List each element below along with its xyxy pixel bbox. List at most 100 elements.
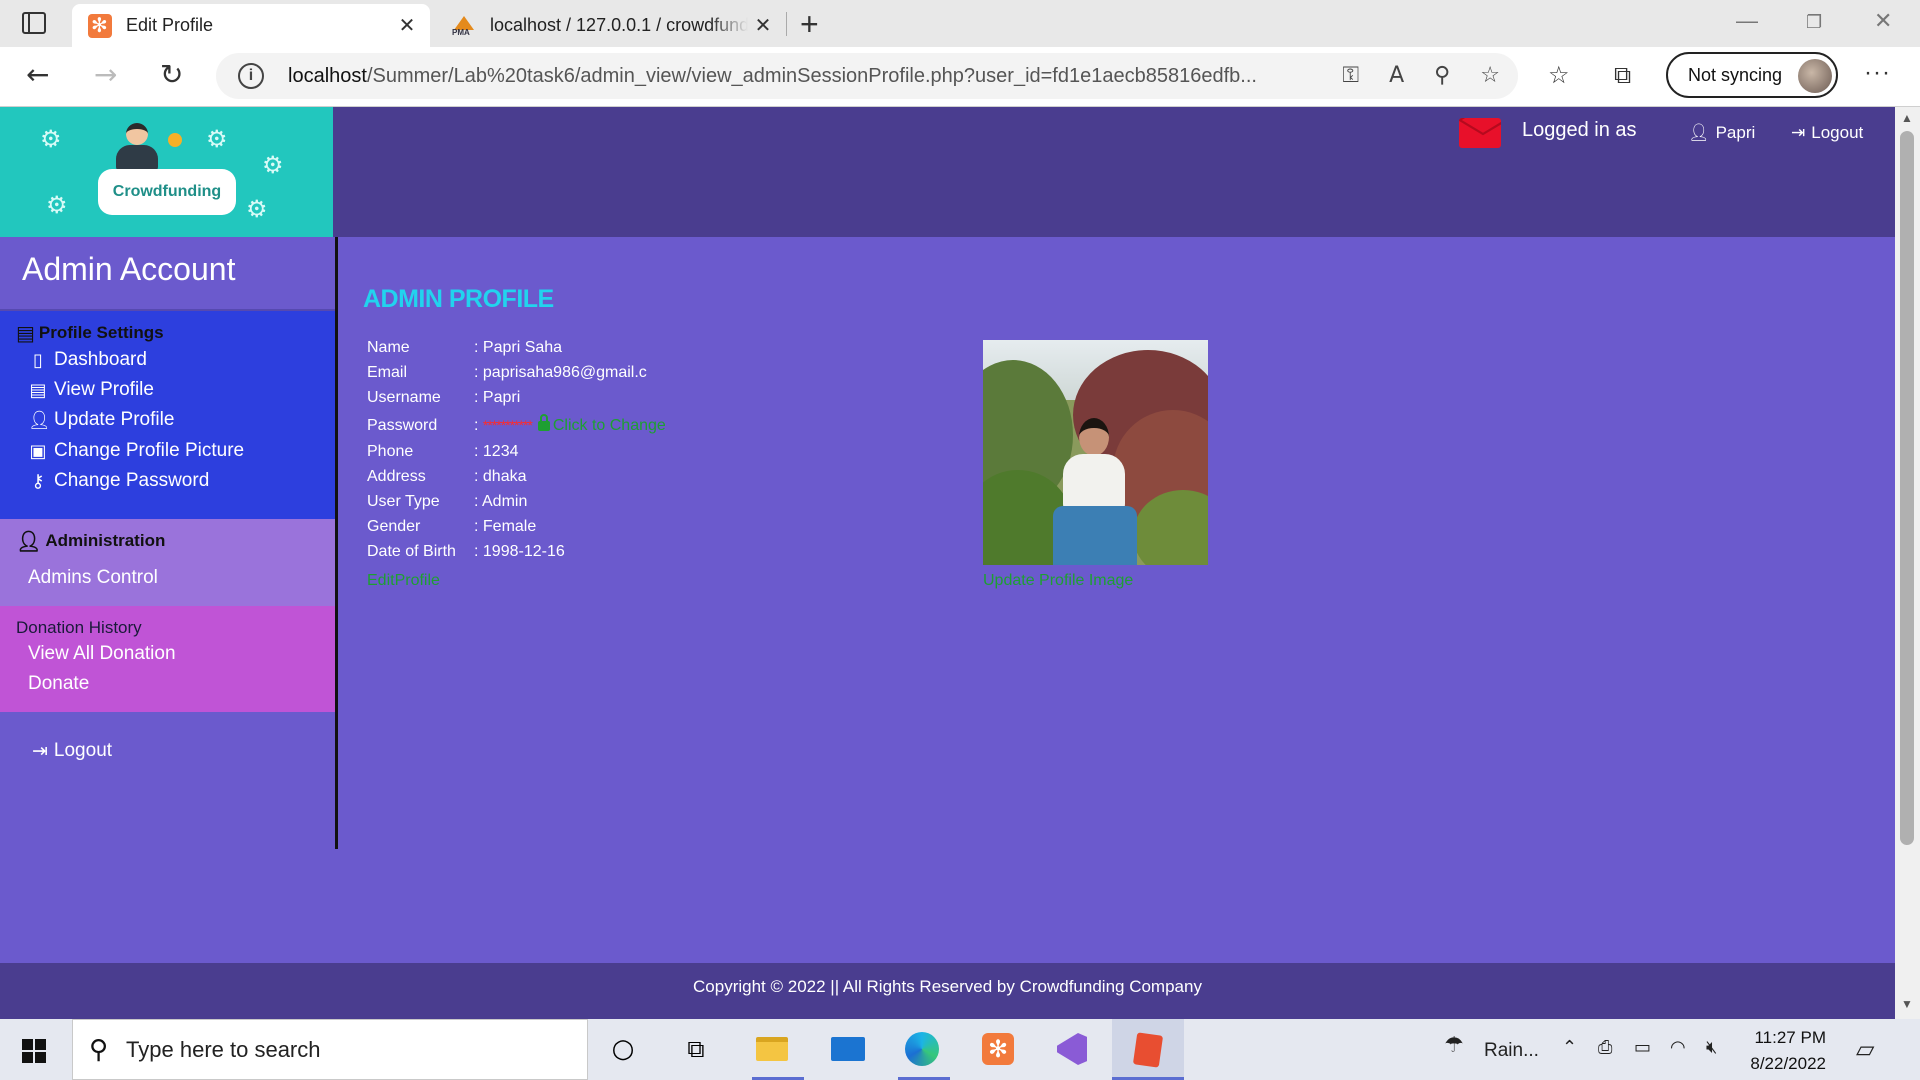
logout-label: Logout bbox=[1811, 123, 1864, 142]
footer: Copyright © 2022 || All Rights Reserved … bbox=[0, 963, 1895, 1019]
tablet-icon: ▯ bbox=[33, 349, 43, 371]
refresh-icon[interactable]: ↻ bbox=[160, 59, 183, 91]
new-tab-icon[interactable]: + bbox=[800, 6, 819, 43]
profile-photo bbox=[983, 340, 1208, 565]
clock-time: 11:27 PM bbox=[1754, 1028, 1826, 1047]
sidebar-item-change-profile-picture[interactable]: ▣ Change Profile Picture bbox=[28, 440, 244, 462]
lock-icon bbox=[537, 414, 550, 431]
scroll-up-icon[interactable]: ▲ bbox=[1901, 111, 1913, 125]
top-navbar bbox=[333, 107, 1895, 237]
taskbar-search[interactable]: ⚲ Type here to search bbox=[72, 1019, 588, 1080]
forward-icon[interactable]: → bbox=[94, 59, 117, 91]
sidebar-item-change-password[interactable]: ⚷ Change Password bbox=[28, 470, 209, 492]
site-info-icon[interactable]: i bbox=[238, 63, 264, 89]
sidebar-item-admins-control[interactable]: Admins Control bbox=[28, 567, 158, 589]
close-tab-icon[interactable]: ✕ bbox=[748, 13, 778, 38]
xampp-favicon-icon bbox=[88, 13, 112, 38]
close-window-icon[interactable]: ✕ bbox=[1874, 8, 1892, 34]
logo-text: Crowdfunding bbox=[98, 169, 236, 215]
logged-in-label: Logged in as bbox=[1522, 119, 1637, 141]
header-logout-link[interactable]: ⇥ Logout bbox=[1791, 123, 1863, 143]
task-view-icon[interactable]: ⧉ bbox=[676, 1029, 716, 1069]
site-logo[interactable]: ⚙ ⚙ ⚙ ⚙ ⚙ Crowdfunding bbox=[0, 107, 333, 237]
weather-label[interactable]: Rain... bbox=[1484, 1040, 1539, 1062]
gear-doodle-icon: ⚙ bbox=[206, 125, 228, 153]
edit-profile-link[interactable]: EditProfile bbox=[367, 572, 440, 590]
more-menu-icon[interactable]: ··· bbox=[1864, 59, 1891, 87]
battery-icon[interactable]: ▭ bbox=[1634, 1037, 1651, 1058]
sidebar-item-view-all-donation[interactable]: View All Donation bbox=[28, 643, 176, 665]
back-icon[interactable]: ← bbox=[26, 59, 49, 91]
close-tab-icon[interactable]: ✕ bbox=[392, 13, 422, 38]
sidebar-item-donate[interactable]: Donate bbox=[28, 673, 89, 695]
favorites-icon[interactable]: ☆ bbox=[1548, 61, 1570, 89]
sign-out-icon: ⇥ bbox=[1791, 123, 1806, 143]
sidebar: Admin Account ▤ Profile Settings ▯ Dashb… bbox=[0, 237, 338, 849]
tab-actions-icon[interactable] bbox=[22, 12, 46, 34]
url-text[interactable]: localhost/Summer/Lab%20task6/admin_view/… bbox=[288, 65, 1257, 88]
browser-tab-bar: Edit Profile ✕ localhost / 127.0.0.1 / c… bbox=[0, 0, 1920, 47]
tab-phpmyadmin[interactable]: localhost / 127.0.0.1 / crowdfunding ✕ bbox=[436, 4, 786, 47]
user-edit-icon: 👤︎ bbox=[28, 409, 51, 431]
sync-label: Not syncing bbox=[1688, 64, 1783, 85]
volume-muted-icon[interactable]: 🔇︎ bbox=[1706, 1037, 1717, 1058]
weather-icon[interactable]: ☂ bbox=[1444, 1033, 1464, 1058]
favorite-add-icon[interactable]: ☆ bbox=[1480, 63, 1500, 88]
change-password-link[interactable]: Click to Change bbox=[553, 417, 666, 434]
sidebar-item-view-profile[interactable]: ▤ View Profile bbox=[28, 379, 154, 401]
visual-studio-icon[interactable] bbox=[1052, 1029, 1092, 1069]
tab-edit-profile[interactable]: Edit Profile ✕ bbox=[72, 4, 430, 47]
restore-icon[interactable]: ❐ bbox=[1806, 12, 1822, 33]
collections-icon[interactable]: ⧉ bbox=[1614, 61, 1631, 89]
scroll-thumb[interactable] bbox=[1900, 131, 1914, 845]
gear-doodle-icon: ⚙ bbox=[46, 191, 68, 219]
key-icon[interactable]: ⚿ bbox=[1342, 63, 1359, 88]
url-actions: ⚿ A ⚲ ☆ bbox=[1342, 63, 1500, 88]
key-icon: ⚷ bbox=[31, 470, 45, 492]
password-mask: *********** bbox=[482, 417, 533, 433]
search-icon: ⚲ bbox=[89, 1034, 109, 1065]
minimize-icon[interactable]: — bbox=[1736, 8, 1758, 34]
address-bar: ← → ↻ i localhost/Summer/Lab%20task6/adm… bbox=[0, 47, 1920, 107]
wifi-icon[interactable]: ◠ bbox=[1670, 1037, 1686, 1058]
system-clock[interactable]: 11:27 PM 8/22/2022 bbox=[1736, 1025, 1826, 1077]
zoom-icon[interactable]: ⚲ bbox=[1434, 63, 1450, 88]
tab-divider bbox=[786, 12, 787, 36]
scroll-down-icon[interactable]: ▼ bbox=[1901, 997, 1913, 1011]
id-card-icon: ▤ bbox=[29, 379, 47, 401]
gear-doodle-icon: ⚙ bbox=[40, 125, 62, 153]
cortana-icon[interactable]: ○ bbox=[603, 1029, 643, 1069]
gear-doodle-icon: ⚙ bbox=[246, 195, 268, 223]
mail-app-icon[interactable] bbox=[828, 1029, 868, 1069]
user-icon: 👤︎ bbox=[1688, 123, 1710, 143]
windows-start-icon[interactable] bbox=[22, 1039, 46, 1063]
chevron-up-icon[interactable]: ⌃ bbox=[1562, 1037, 1577, 1058]
profile-avatar bbox=[1798, 59, 1832, 93]
sign-out-icon: ⇥ bbox=[32, 740, 48, 762]
url-field[interactable]: i localhost/Summer/Lab%20task6/admin_vie… bbox=[216, 53, 1518, 99]
sidebar-item-dashboard[interactable]: ▯ Dashboard bbox=[28, 349, 147, 371]
gear-doodle-icon: ⚙ bbox=[262, 151, 284, 179]
tab-title: localhost / 127.0.0.1 / crowdfunding bbox=[490, 15, 748, 35]
sidebar-logout-link[interactable]: ⇥ Logout bbox=[32, 740, 112, 762]
meet-now-icon[interactable]: ⎙ bbox=[1598, 1037, 1612, 1058]
donation-history-section: Donation History View All Donation Donat… bbox=[0, 606, 335, 712]
notifications-icon[interactable]: ▱ bbox=[1856, 1035, 1874, 1063]
git-app-icon[interactable] bbox=[1112, 1019, 1184, 1080]
mail-icon[interactable] bbox=[1459, 118, 1501, 148]
tab-title: Edit Profile bbox=[126, 15, 214, 35]
current-user-link[interactable]: 👤︎ Papri bbox=[1688, 123, 1755, 143]
administration-heading: 👤︎ Administration bbox=[16, 529, 166, 553]
sidebar-title: Admin Account bbox=[22, 251, 236, 287]
person-figure bbox=[1053, 418, 1137, 565]
update-profile-image-link[interactable]: Update Profile Image bbox=[983, 572, 1133, 590]
profile-sync-button[interactable]: Not syncing bbox=[1666, 52, 1838, 98]
profile-settings-heading: ▤ Profile Settings bbox=[16, 321, 164, 345]
xampp-app-icon[interactable]: ✻ bbox=[978, 1029, 1018, 1069]
edge-browser-icon[interactable] bbox=[902, 1029, 942, 1069]
windows-taskbar: ⚲ Type here to search ○ ⧉ ✻ ☂ Rain... ⌃ … bbox=[0, 1019, 1920, 1080]
page-scrollbar[interactable]: ▲ ▼ bbox=[1895, 107, 1920, 1019]
file-explorer-icon[interactable] bbox=[752, 1029, 792, 1069]
sidebar-item-update-profile[interactable]: 👤︎ Update Profile bbox=[28, 409, 174, 431]
read-aloud-icon[interactable]: A bbox=[1389, 63, 1404, 88]
